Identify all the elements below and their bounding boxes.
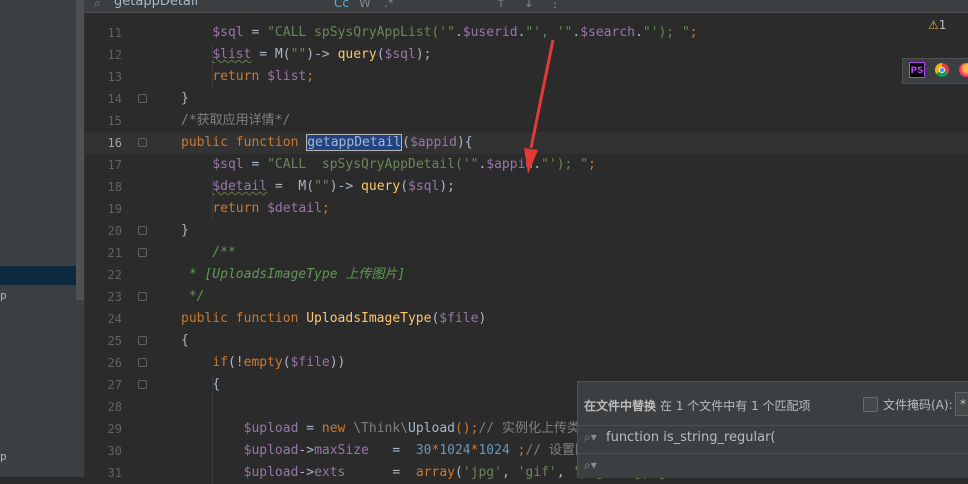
file-mask-input[interactable]: *: [955, 392, 968, 416]
replace-in-files-panel: 在文件中替换 在 1 个文件中有 1 个匹配项 文件掩码(A): * ⌕▾ fu…: [577, 381, 968, 478]
search-field[interactable]: function is_string_regular(: [606, 430, 775, 445]
match-summary: 在 1 个文件中有 1 个匹配项: [660, 399, 811, 413]
search-history-icon[interactable]: ⌕▾: [584, 458, 597, 473]
replace-panel-title: 在文件中替换: [584, 399, 657, 413]
arrow-head: [524, 148, 538, 174]
search-icon[interactable]: ⌕▾: [584, 430, 597, 445]
replace-row[interactable]: ⌕▾: [578, 453, 968, 479]
arrow-shaft: [529, 39, 555, 149]
file-mask-label: 文件掩码(A):: [883, 398, 953, 412]
search-row[interactable]: ⌕▾ function is_string_regular(: [578, 425, 968, 451]
file-mask-checkbox[interactable]: [863, 397, 878, 412]
